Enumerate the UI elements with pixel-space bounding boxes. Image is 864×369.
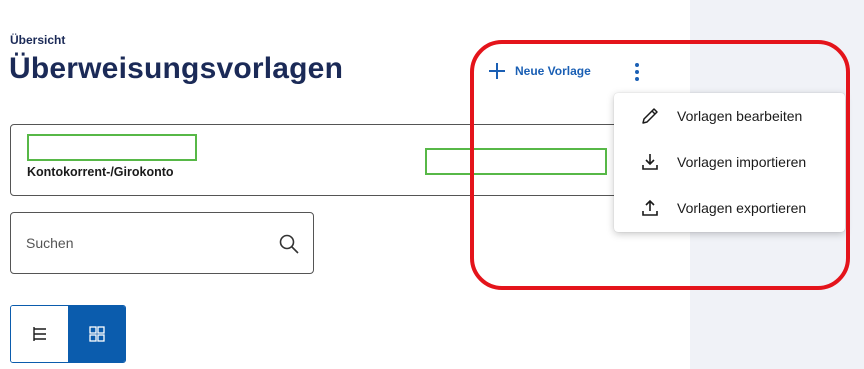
search-icon[interactable] <box>278 233 300 255</box>
search-field <box>10 212 314 274</box>
menu-item-export-templates[interactable]: Vorlagen exportieren <box>614 185 845 231</box>
upload-icon <box>642 199 658 216</box>
annotation-box-balance <box>425 148 607 175</box>
new-template-button[interactable]: Neue Vorlage <box>487 60 591 82</box>
kebab-dot <box>635 63 639 67</box>
page-title: Überweisungsvorlagen <box>9 52 344 85</box>
breadcrumb[interactable]: Übersicht <box>10 33 65 47</box>
grid-view-button[interactable] <box>68 306 125 362</box>
account-selector[interactable]: Kontokorrent-/Girokonto <box>10 124 650 196</box>
menu-item-label: Vorlagen bearbeiten <box>677 108 803 124</box>
menu-item-label: Vorlagen importieren <box>677 154 807 170</box>
list-view-icon <box>32 327 46 341</box>
menu-item-label: Vorlagen exportieren <box>677 200 807 216</box>
annotation-box-account-number <box>27 134 197 161</box>
account-name: Kontokorrent-/Girokonto <box>27 165 174 179</box>
kebab-dot <box>635 77 639 81</box>
pencil-icon <box>642 108 658 124</box>
grid-view-icon <box>88 326 105 342</box>
menu-item-import-templates[interactable]: Vorlagen importieren <box>614 139 845 185</box>
options-menu: Vorlagen bearbeiten Vorlagen importieren… <box>614 93 845 232</box>
search-input[interactable] <box>12 214 262 272</box>
new-template-label: Neue Vorlage <box>515 64 591 78</box>
download-icon <box>642 154 658 170</box>
list-view-button[interactable] <box>11 306 68 362</box>
menu-item-edit-templates[interactable]: Vorlagen bearbeiten <box>614 93 845 139</box>
more-options-button[interactable] <box>627 60 647 84</box>
view-toggle <box>10 305 126 363</box>
kebab-dot <box>635 70 639 74</box>
plus-icon <box>489 63 505 79</box>
